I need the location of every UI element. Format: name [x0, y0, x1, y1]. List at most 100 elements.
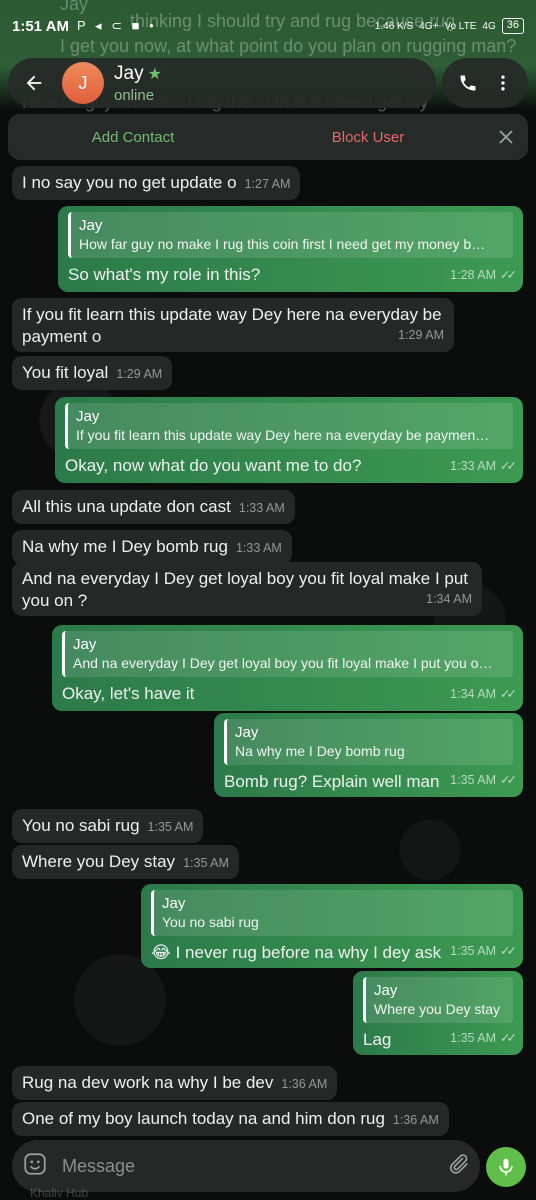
- incoming-message[interactable]: I no say you no get update o 1:27 AM: [12, 166, 301, 200]
- outgoing-message[interactable]: Jay Where you Dey stay Lag 1:35 AM ✓✓: [353, 971, 523, 1055]
- incoming-message[interactable]: If you fit learn this update way Dey her…: [12, 298, 454, 352]
- close-action-bar-button[interactable]: [484, 130, 528, 144]
- avatar[interactable]: J: [62, 62, 104, 104]
- message-text: Na why me I Dey bomb rug: [22, 537, 228, 556]
- outgoing-message[interactable]: Jay You no sabi rug 😂 I never rug before…: [141, 884, 523, 968]
- message-meta: 1:35 AM ✓✓: [450, 1027, 517, 1049]
- message-text: You no sabi rug: [22, 816, 140, 835]
- contact-info[interactable]: Jay ★ online: [114, 63, 162, 104]
- laughing-emoji-icon: 😂: [151, 943, 171, 962]
- call-button[interactable]: [453, 68, 483, 98]
- incoming-message[interactable]: Rug na dev work na why I be dev 1:36 AM: [12, 1066, 338, 1100]
- battery-icon: 36: [501, 18, 524, 34]
- read-ticks-icon: ✓✓: [500, 459, 517, 473]
- message-time: 1:29 AM: [398, 328, 444, 342]
- message-text: Where you Dey stay: [22, 852, 176, 871]
- message-text: I no say you no get update o: [22, 173, 237, 192]
- incoming-message[interactable]: You fit loyal 1:29 AM: [12, 356, 173, 390]
- sticker-emoji-icon: [24, 1152, 46, 1175]
- block-user-button[interactable]: Block User: [258, 129, 478, 146]
- outgoing-message[interactable]: Jay And na everyday I Dey get loyal boy …: [52, 625, 523, 711]
- star-icon: ★: [147, 65, 162, 83]
- reply-author: Jay: [235, 724, 259, 741]
- incoming-message[interactable]: And na everyday I Dey get loyal boy you …: [12, 562, 482, 616]
- contact-name: Jay: [114, 62, 144, 84]
- more-options-button[interactable]: [488, 68, 518, 98]
- reply-snippet: And na everyday I Dey get loyal boy you …: [73, 655, 493, 671]
- message-time: 1:33 AM: [450, 459, 497, 473]
- reply-quote[interactable]: Jay Where you Dey stay: [363, 977, 513, 1023]
- phone-icon: [460, 75, 475, 91]
- message-composer: Message: [12, 1140, 480, 1192]
- reply-snippet: How far guy no make I rug this coin firs…: [79, 236, 486, 252]
- message-time: 1:28 AM: [450, 268, 497, 282]
- message-time: 1:33 AM: [238, 501, 285, 515]
- message-text: And na everyday I Dey get loyal boy you …: [22, 569, 469, 610]
- message-meta: 1:35 AM ✓✓: [450, 769, 517, 791]
- reply-quote[interactable]: Jay How far guy no make I rug this coin …: [68, 212, 513, 258]
- message-text: All this una update don cast: [22, 497, 231, 516]
- read-ticks-icon: ✓✓: [500, 944, 517, 958]
- outgoing-message[interactable]: Jay How far guy no make I rug this coin …: [58, 206, 523, 292]
- message-meta: 1:34 AM ✓✓: [450, 683, 517, 705]
- outgoing-message[interactable]: Jay If you fit learn this update way Dey…: [55, 397, 523, 483]
- back-button[interactable]: [8, 58, 60, 108]
- message-time: 1:35 AM: [450, 1031, 497, 1045]
- arrow-left-icon: [26, 75, 42, 91]
- message-meta: 1:28 AM ✓✓: [450, 264, 517, 286]
- voice-record-button[interactable]: [486, 1147, 526, 1187]
- reply-author: Jay: [374, 982, 398, 999]
- emoji-button[interactable]: [22, 1151, 48, 1182]
- close-icon: [499, 130, 513, 144]
- volte-indicator: Vo LTE: [444, 20, 477, 32]
- incoming-message[interactable]: All this una update don cast 1:33 AM: [12, 490, 295, 524]
- read-ticks-icon: ✓✓: [500, 268, 517, 282]
- reply-snippet: Where you Dey stay: [374, 1001, 501, 1017]
- message-time: 1:36 AM: [281, 1077, 328, 1091]
- reply-quote[interactable]: Jay If you fit learn this update way Dey…: [65, 403, 513, 449]
- message-time: 1:33 AM: [235, 541, 282, 555]
- incoming-message[interactable]: Na why me I Dey bomb rug 1:33 AM: [12, 530, 292, 564]
- reply-snippet: You no sabi rug: [162, 914, 259, 930]
- message-text: Rug na dev work na why I be dev: [22, 1073, 274, 1092]
- read-ticks-icon: ✓✓: [500, 1031, 517, 1045]
- reply-snippet: If you fit learn this update way Dey her…: [76, 427, 490, 443]
- message-meta: 1:35 AM ✓✓: [450, 940, 517, 962]
- header-actions: [442, 58, 528, 108]
- message-time: 1:35 AM: [147, 820, 194, 834]
- add-contact-button[interactable]: Add Contact: [8, 129, 258, 146]
- message-time: 1:34 AM: [450, 687, 497, 701]
- reply-quote[interactable]: Jay You no sabi rug: [151, 890, 513, 936]
- message-meta: 1:33 AM ✓✓: [450, 455, 517, 477]
- message-time: 1:36 AM: [392, 1113, 439, 1127]
- more-vertical-icon: [500, 75, 505, 91]
- watermark-text: Khaliv Hub: [30, 1186, 89, 1200]
- status-bar: 1:51 AM P ◂ ⊂ ■ • 1.46 K/S 4G+ Vo LTE 4G…: [0, 0, 536, 52]
- read-ticks-icon: ✓✓: [500, 687, 517, 701]
- status-time: 1:51 AM: [12, 17, 69, 35]
- attach-button[interactable]: [446, 1152, 470, 1181]
- outgoing-message[interactable]: Jay Na why me I Dey bomb rug Bomb rug? E…: [214, 713, 523, 797]
- incoming-message[interactable]: One of my boy launch today na and him do…: [12, 1102, 449, 1136]
- reply-quote[interactable]: Jay Na why me I Dey bomb rug: [224, 719, 513, 765]
- contact-status: online: [114, 86, 155, 104]
- message-text: So what's my role in this?: [68, 265, 261, 284]
- message-time: 1:29 AM: [116, 367, 163, 381]
- microphone-icon: [499, 1158, 513, 1176]
- notification-icons: P ◂ ⊂ ■ •: [76, 18, 157, 33]
- message-text: Okay, let's have it: [62, 684, 195, 703]
- incoming-message[interactable]: Where you Dey stay 1:35 AM: [12, 845, 239, 879]
- message-input[interactable]: Message: [62, 1156, 446, 1177]
- message-time: 1:34 AM: [426, 592, 472, 606]
- reply-author: Jay: [79, 217, 103, 234]
- incoming-message[interactable]: You no sabi rug 1:35 AM: [12, 809, 204, 843]
- chat-header[interactable]: J Jay ★ online: [8, 58, 436, 108]
- message-text: Okay, now what do you want me to do?: [65, 456, 362, 475]
- message-text: Bomb rug? Explain well man: [224, 772, 440, 791]
- message-time: 1:27 AM: [244, 177, 291, 191]
- reply-quote[interactable]: Jay And na everyday I Dey get loyal boy …: [62, 631, 513, 677]
- message-time: 1:35 AM: [183, 856, 229, 870]
- net-speed: 1.46 K/S: [374, 20, 414, 32]
- message-text: You fit loyal: [22, 363, 109, 382]
- paperclip-icon: [450, 1153, 468, 1174]
